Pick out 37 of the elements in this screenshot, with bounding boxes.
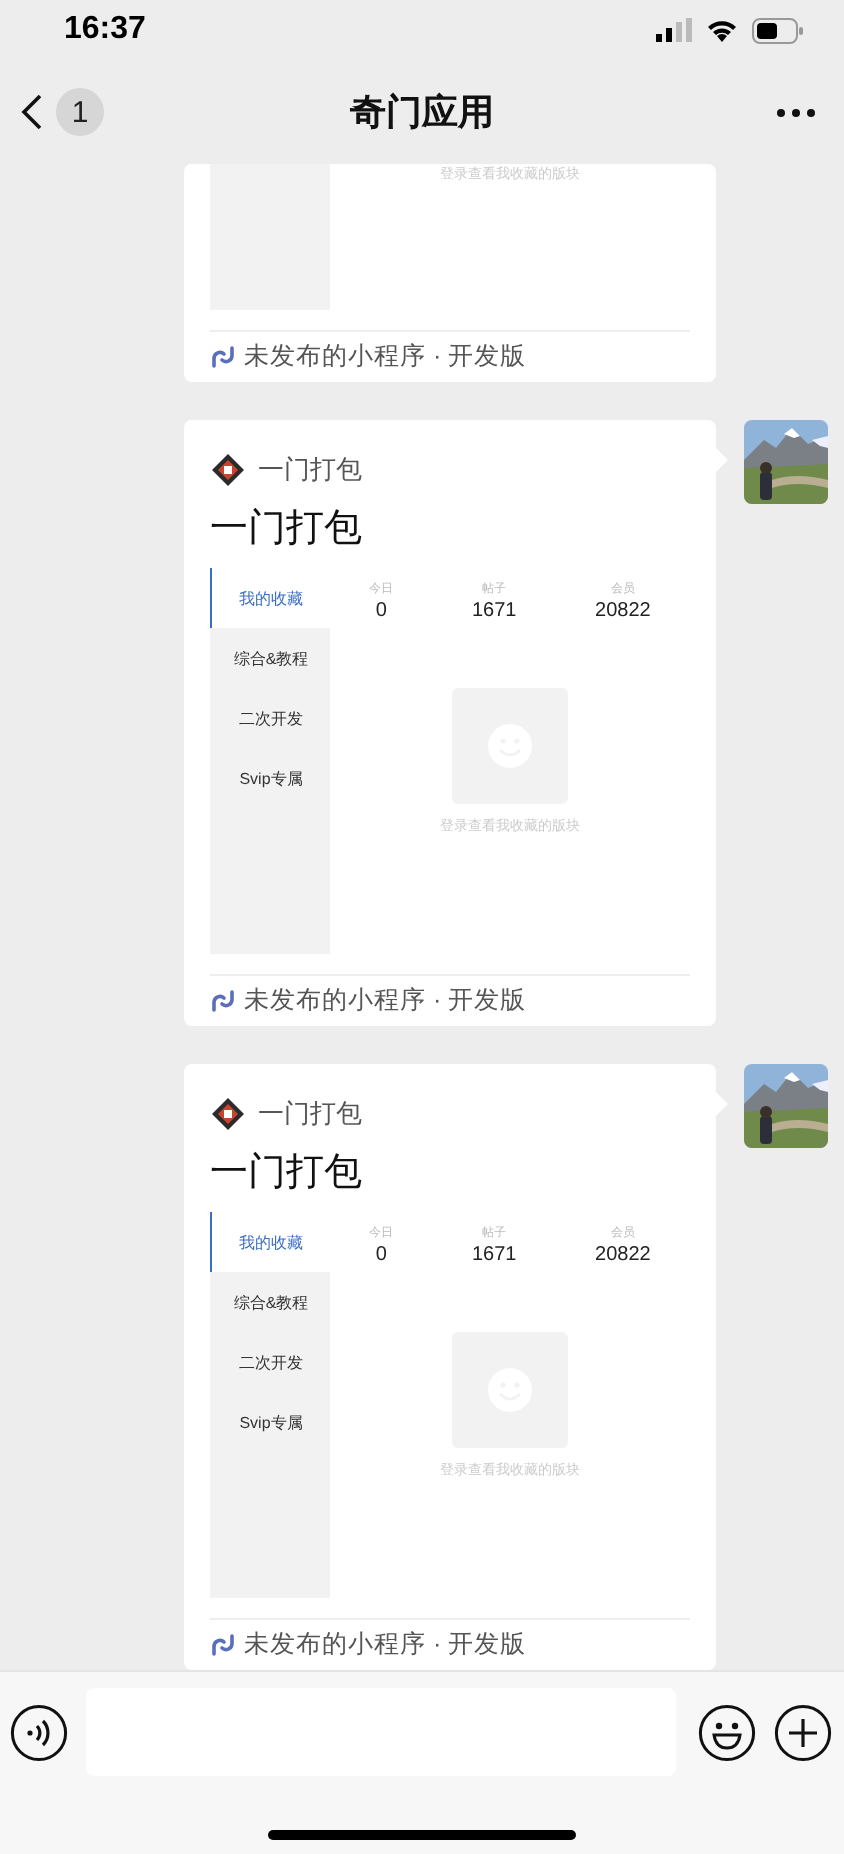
card-title: 一门打包 [210, 1150, 364, 1198]
wifi-icon [706, 18, 738, 42]
side-menu-item[interactable]: 我的收藏 [210, 1212, 330, 1272]
link-icon [210, 1631, 236, 1657]
chat-title: 奇门应用 [350, 90, 494, 136]
side-menu-item[interactable]: 二次开发 [210, 688, 330, 748]
add-icon[interactable] [774, 1703, 832, 1761]
unread-badge: 1 [56, 88, 104, 136]
card-footer-text: 未发布的小程序 · 开发版 [244, 339, 527, 373]
side-menu-item[interactable]: Svip专属 [210, 1392, 330, 1452]
back-icon[interactable] [20, 92, 44, 132]
side-menu-item[interactable]: Svip专属 [210, 748, 330, 808]
emoji-icon[interactable] [698, 1703, 756, 1761]
app-name: 一门打包 [258, 452, 362, 488]
voice-icon[interactable] [10, 1703, 68, 1761]
stat-value: 20822 [595, 598, 651, 624]
card-footer-text: 未发布的小程序 · 开发版 [244, 983, 527, 1017]
app-logo-icon [210, 452, 246, 488]
signal-icon [656, 18, 692, 42]
app-logo-icon [210, 1096, 246, 1132]
app-name: 一门打包 [258, 1096, 362, 1132]
link-icon [210, 343, 236, 369]
side-menu-item[interactable]: 二次开发 [210, 1332, 330, 1392]
stat-value: 1671 [471, 598, 517, 624]
link-icon [210, 987, 236, 1013]
stat-value: 0 [375, 598, 387, 624]
card-title: 一门打包 [210, 506, 364, 554]
stat-value: 0 [375, 1242, 387, 1268]
side-menu-item[interactable]: 综合&教程 [210, 1272, 330, 1332]
stat-value: 20822 [595, 1242, 651, 1268]
more-icon[interactable] [776, 107, 816, 117]
side-menu-item[interactable]: 我的收藏 [210, 568, 330, 628]
status-time: 16:37 [64, 12, 146, 48]
battery-icon [752, 17, 804, 43]
side-menu-item[interactable]: 综合&教程 [210, 628, 330, 688]
card-footer-text: 未发布的小程序 · 开发版 [244, 1627, 527, 1661]
stat-value: 1671 [471, 1242, 517, 1268]
